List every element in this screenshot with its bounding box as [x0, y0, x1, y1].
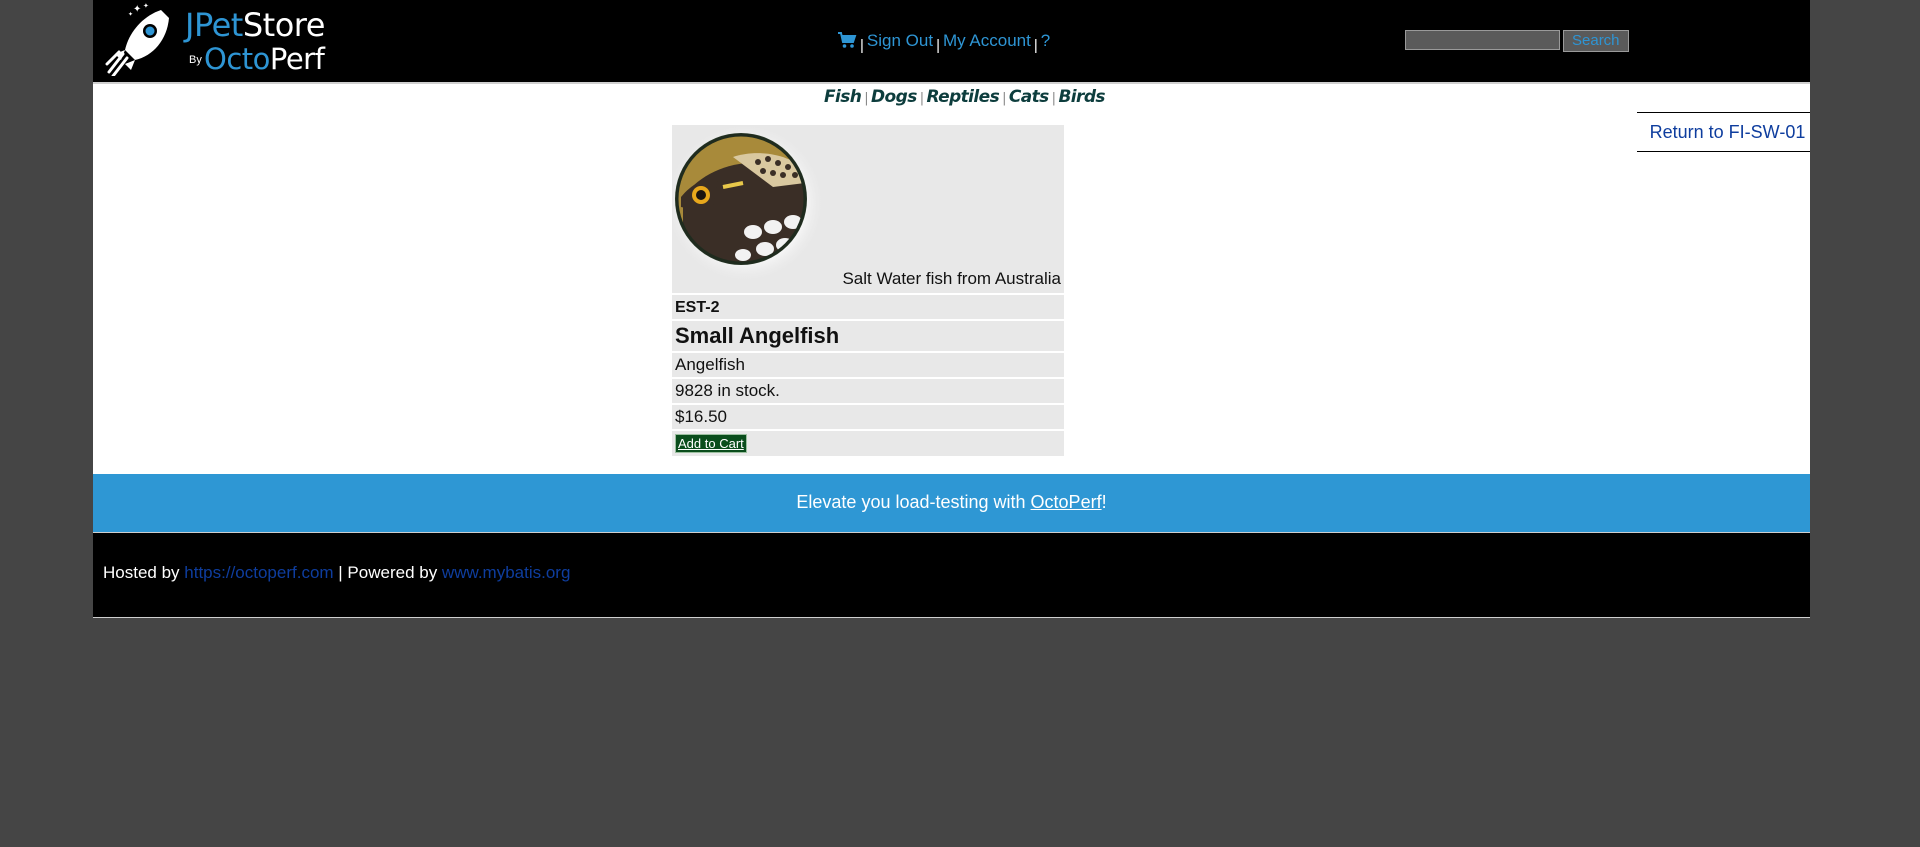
- return-link[interactable]: Return to FI-SW-01: [1637, 112, 1810, 152]
- item-image-cell: Salt Water fish from Australia: [672, 125, 1064, 293]
- rocket-logo-icon: ✦ ✦ ✦: [105, 2, 169, 76]
- search-button[interactable]: Search: [1563, 30, 1629, 52]
- add-to-cart-button[interactable]: Add to Cart: [675, 434, 747, 453]
- content: Fish | Dogs | Reptiles | Cats | Birds Return to …: [93, 84, 1810, 474]
- footer-mybatis-link[interactable]: www.mybatis.org: [442, 563, 570, 582]
- logo[interactable]: ✦ ✦ ✦ JPetStore By OctoPerf: [103, 2, 333, 76]
- menu-separator: |: [1033, 37, 1038, 54]
- table-row: 9828 in stock.: [672, 379, 1064, 403]
- item-price: $16.50: [675, 407, 727, 426]
- fish-image: [673, 127, 825, 283]
- banner-text: Elevate you load-testing with: [796, 492, 1031, 512]
- quicklink-cats[interactable]: Cats: [1009, 87, 1049, 107]
- logo-text-jpet: JPetStore: [185, 6, 325, 44]
- quicklink-separator: |: [864, 91, 869, 106]
- page-wrapper: ✦ ✦ ✦ JPetStore By OctoPerf | Sign Out |…: [93, 0, 1810, 618]
- footer-text: Hosted by https://octoperf.com | Powered…: [103, 563, 570, 583]
- top-menu: | Sign Out | My Account |?: [837, 31, 1050, 54]
- search-form: Search: [1405, 30, 1629, 52]
- banner-octoperf-link[interactable]: OctoPerf: [1031, 492, 1102, 512]
- logo-text-by: By: [189, 54, 202, 66]
- item-stock: 9828 in stock.: [675, 381, 780, 400]
- svg-text:✦: ✦: [143, 2, 149, 10]
- svg-text:✦: ✦: [133, 4, 141, 15]
- quicklink-dogs[interactable]: Dogs: [871, 87, 917, 107]
- table-row: Small Angelfish: [672, 321, 1064, 351]
- promo-banner: Elevate you load-testing with OctoPerf!: [93, 474, 1810, 532]
- item-detail-table: Salt Water fish from Australia EST-2 Sma…: [672, 123, 1064, 458]
- table-row: Add to Cart: [672, 431, 1064, 456]
- quicklink-separator: |: [1051, 91, 1056, 106]
- footer-powered-label: | Powered by: [333, 563, 442, 582]
- shopping-cart-icon[interactable]: [837, 31, 857, 49]
- item-id: EST-2: [675, 299, 720, 316]
- quicklink-separator: |: [919, 91, 924, 106]
- help-link[interactable]: ?: [1041, 31, 1050, 50]
- menu-separator: |: [860, 37, 864, 54]
- menu-separator: |: [936, 37, 940, 54]
- quicklink-fish[interactable]: Fish: [824, 87, 862, 107]
- item-product: Angelfish: [675, 355, 745, 374]
- table-row: $16.50: [672, 405, 1064, 429]
- search-input[interactable]: [1405, 30, 1560, 50]
- logo-text-octoperf: OctoPerf: [204, 42, 325, 76]
- header: ✦ ✦ ✦ JPetStore By OctoPerf | Sign Out |…: [93, 0, 1810, 84]
- footer-hosted-label: Hosted by: [103, 563, 185, 582]
- footer-octoperf-link[interactable]: https://octoperf.com: [184, 563, 333, 582]
- quicklink-reptiles[interactable]: Reptiles: [927, 87, 1000, 107]
- svg-text:✦: ✦: [128, 11, 133, 18]
- table-row: Angelfish: [672, 353, 1064, 377]
- item-name: Small Angelfish: [675, 323, 840, 348]
- footer: Hosted by https://octoperf.com | Powered…: [93, 532, 1810, 618]
- category-quicklinks: Fish | Dogs | Reptiles | Cats | Birds: [824, 87, 1106, 107]
- table-row: EST-2: [672, 295, 1064, 319]
- quicklink-separator: |: [1002, 91, 1006, 106]
- banner-text-end: !: [1101, 492, 1107, 512]
- my-account-link[interactable]: My Account: [943, 31, 1031, 50]
- table-row: Salt Water fish from Australia: [672, 125, 1064, 293]
- quicklink-birds[interactable]: Birds: [1058, 87, 1105, 107]
- item-image-description: Salt Water fish from Australia: [842, 269, 1061, 288]
- sign-out-link[interactable]: Sign Out: [867, 31, 933, 50]
